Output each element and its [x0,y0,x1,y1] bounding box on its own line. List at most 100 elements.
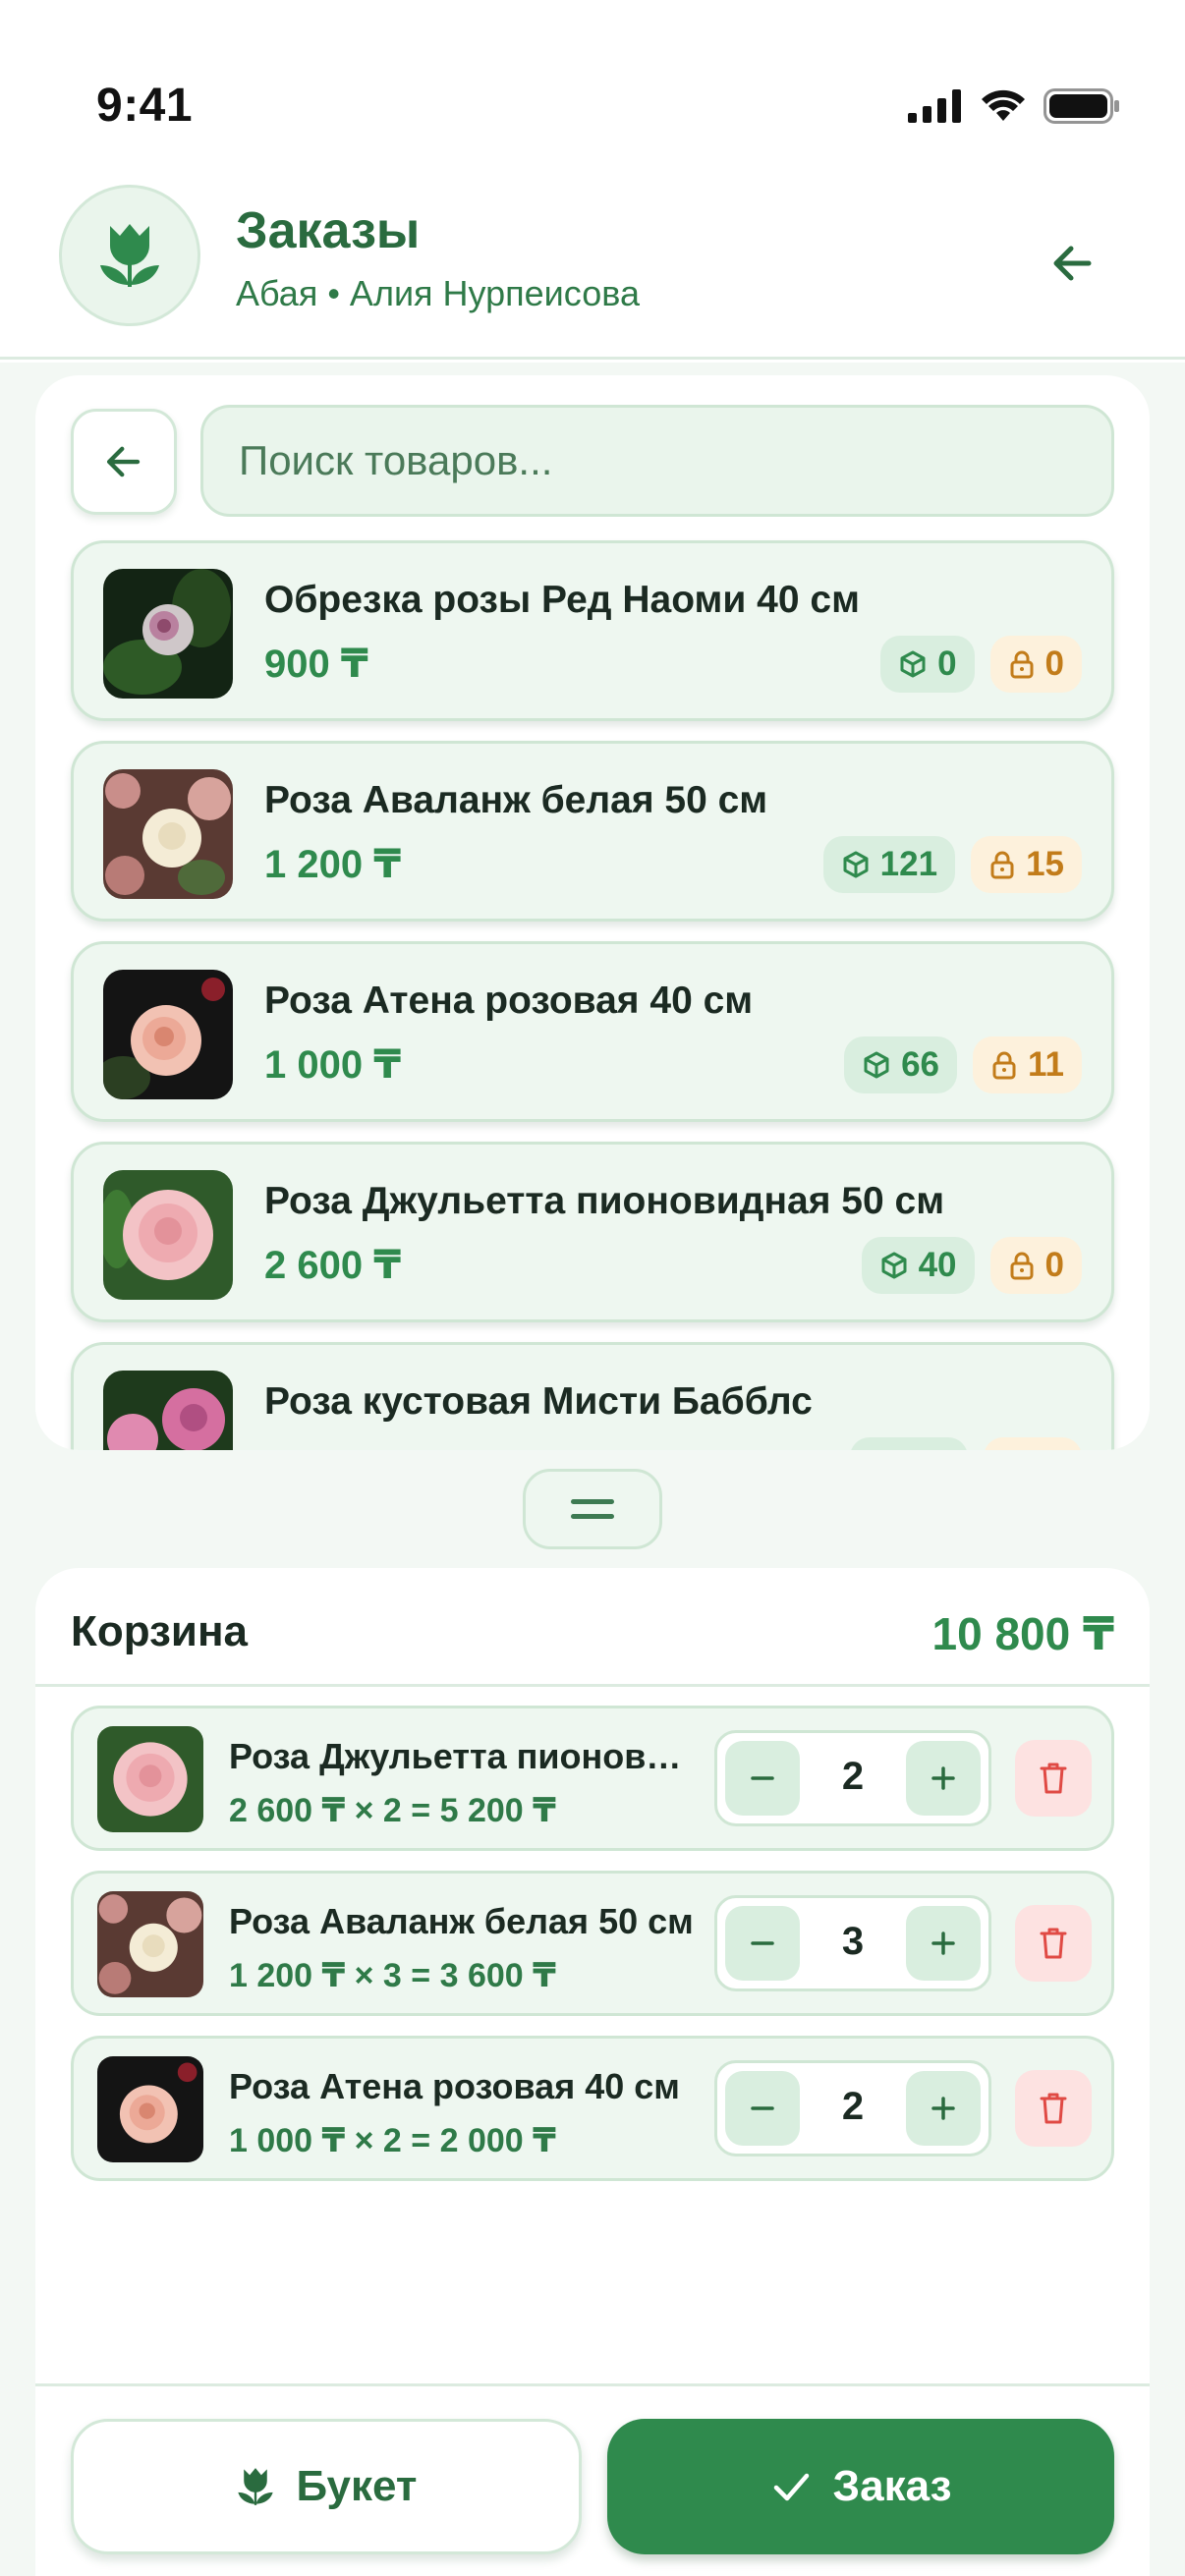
cart-item-image [97,2056,203,2162]
box-icon [900,650,926,678]
cart-total: 10 800 ₸ [931,1608,1114,1659]
reserved-count: 0 [1044,644,1064,683]
reserved-count: 15 [1026,845,1064,883]
cart-item-image [97,1726,203,1832]
cart-item-name: Роза Атена розовая 40 см [229,2066,680,2106]
quantity-stepper: 3 [714,1895,991,1991]
cart-item-name: Роза Аваланж белая 50 см [229,1901,694,1941]
stock-count: 0 [937,644,957,683]
catalog-back-button[interactable] [71,409,177,515]
drag-handle-icon[interactable] [523,1469,662,1549]
product-name: Роза Атена розовая 40 см [264,980,754,1022]
page-title: Заказы [236,202,421,259]
product-name: Роза Джульетта пионовидная 50 см [264,1180,945,1222]
product-price: 900 ₸ [264,643,368,686]
product-badges: 66 11 [844,1036,1082,1093]
decrease-button[interactable] [725,1741,800,1816]
quantity-stepper: 2 [714,2060,991,2156]
order-button[interactable]: Заказ [607,2419,1114,2554]
cart-item-calc: 2 600 ₸ × 2 = 5 200 ₸ [229,1792,556,1829]
minus-icon [751,2106,774,2110]
lock-icon [990,851,1014,879]
product-price: 1 000 ₸ [264,1043,402,1087]
plus-icon [931,2097,955,2120]
header-back-button[interactable] [1042,232,1104,295]
reserved-badge: 11 [973,1036,1082,1093]
quantity-value: 2 [841,2085,865,2128]
quantity-stepper: 2 [714,1730,991,1826]
check-icon [773,2473,809,2501]
lock-icon [1010,650,1034,679]
cart-item: Роза Атена розовая 40 см 1 000 ₸ × 2 = 2… [71,2036,1114,2181]
reserved-badge: 0 [989,636,1082,693]
app-header: Заказы Абая • Алия Нурпеисова [0,147,1185,360]
quantity-value: 2 [841,1755,865,1798]
quantity-value: 3 [841,1920,865,1963]
increase-button[interactable] [906,1741,981,1816]
product-image [103,1371,233,1450]
delete-button[interactable] [1015,1905,1092,1982]
product-card[interactable]: Роза кустовая Мисти Бабблс [71,1342,1114,1450]
arrow-left-icon [1053,246,1092,281]
bouquet-label: Букет [296,2462,418,2510]
drag-line [571,1499,614,1504]
plus-icon [931,1932,955,1955]
delete-button[interactable] [1015,1740,1092,1817]
status-time: 9:41 [96,80,194,132]
minus-icon [751,1941,774,1945]
product-card[interactable]: Роза Атена розовая 40 см 1 000 ₸ 66 11 [71,941,1114,1122]
increase-button[interactable] [906,2071,981,2146]
signal-icon [908,89,961,123]
drag-line [571,1514,614,1519]
product-name: Обрезка розы Ред Наоми 40 см [264,579,860,621]
product-list: Обрезка розы Ред Наоми 40 см 900 ₸ 0 0 Р… [71,540,1114,1450]
tulip-icon [237,2468,273,2505]
divider [35,2383,1150,2386]
stock-count: 40 [918,1246,957,1284]
product-image [103,569,233,699]
product-card[interactable]: Роза Аваланж белая 50 см 1 200 ₸ 121 15 [71,741,1114,922]
delete-button[interactable] [1015,2070,1092,2147]
search-input[interactable]: Поиск товаров... [200,405,1114,517]
product-image [103,970,233,1099]
box-icon [864,1051,889,1079]
stock-badge [850,1437,968,1450]
order-label: Заказ [832,2462,952,2510]
product-price: 1 200 ₸ [264,843,402,886]
status-bar: 9:41 [0,0,1185,147]
cart-item-image [97,1891,203,1997]
bouquet-button[interactable]: Букет [71,2419,582,2554]
app-logo [59,185,200,326]
reserved-count: 11 [1028,1045,1064,1084]
tulip-icon [100,224,159,287]
page-subtitle: Абая • Алия Нурпеисова [236,273,640,313]
product-card[interactable]: Обрезка розы Ред Наоми 40 см 900 ₸ 0 0 [71,540,1114,721]
decrease-button[interactable] [725,2071,800,2146]
product-name: Роза кустовая Мисти Бабблс [264,1380,813,1423]
cart-list: Роза Джульетта пионовидная 50 см 2 600 ₸… [71,1706,1114,2201]
trash-icon [1040,2093,1067,2124]
reserved-count: 0 [1044,1246,1064,1284]
products-panel: Поиск товаров... Обрезка розы Ред Наоми … [35,375,1150,1450]
product-badges: 0 0 [880,636,1082,693]
status-icons [908,88,1120,124]
stock-count: 121 [879,845,938,883]
wifi-icon [982,89,1025,121]
cart-title: Корзина [71,1607,248,1655]
product-image [103,769,233,899]
cart-item: Роза Джульетта пионовидная 50 см 2 600 ₸… [71,1706,1114,1851]
stock-badge: 40 [861,1237,975,1294]
decrease-button[interactable] [725,1906,800,1981]
plus-icon [931,1766,955,1790]
box-icon [881,1252,907,1279]
product-name: Роза Аваланж белая 50 см [264,779,768,821]
stock-count: 66 [901,1045,939,1084]
product-badges: 40 0 [861,1237,1082,1294]
product-card[interactable]: Роза Джульетта пионовидная 50 см 2 600 ₸… [71,1142,1114,1322]
increase-button[interactable] [906,1906,981,1981]
product-image [103,1170,233,1300]
lock-icon [1010,1252,1034,1280]
cart-item-calc: 1 200 ₸ × 3 = 3 600 ₸ [229,1957,556,1994]
cart-item-calc: 1 000 ₸ × 2 = 2 000 ₸ [229,2122,556,2159]
arrow-left-icon [106,446,141,477]
